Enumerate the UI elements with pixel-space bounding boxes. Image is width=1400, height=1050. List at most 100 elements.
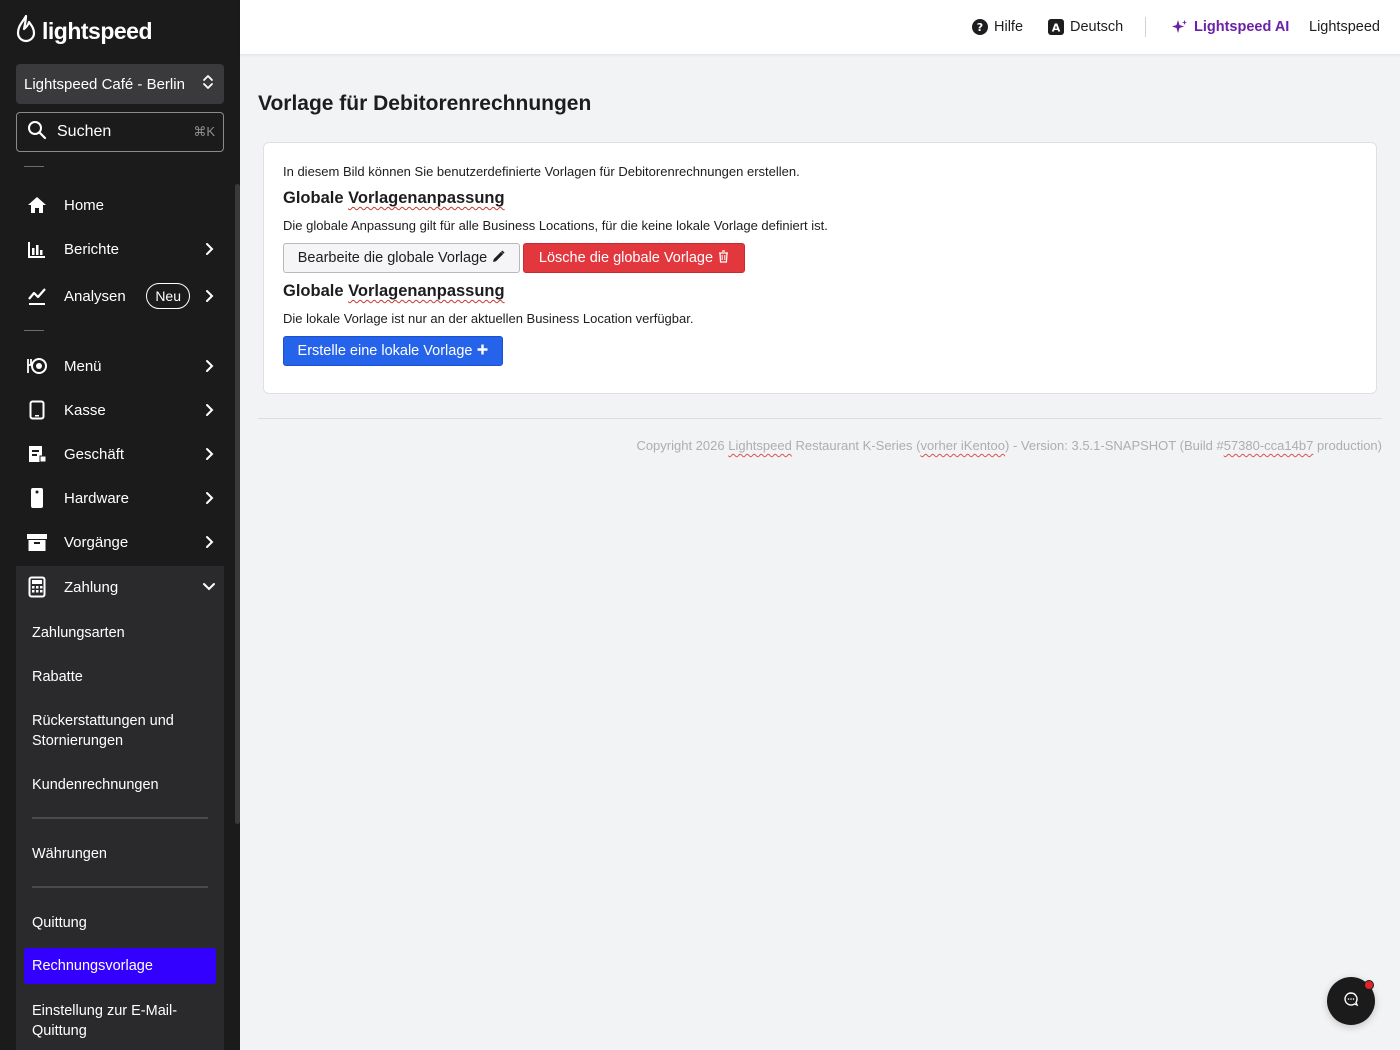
sidebar-item-geschaeft[interactable]: Geschäft <box>16 434 224 474</box>
location-selector[interactable]: Lightspeed Café - Berlin <box>16 64 224 104</box>
sidebar-item-label: Menü <box>64 357 102 375</box>
create-local-template-button[interactable]: Erstelle eine lokale Vorlage <box>283 336 503 366</box>
chevron-right-icon <box>200 286 220 306</box>
pencil-icon <box>492 249 505 267</box>
submenu-item-label: Rabatte <box>32 669 83 685</box>
footer-text: Lightspeed <box>728 438 792 453</box>
account-label: Lightspeed <box>1309 19 1380 35</box>
chevron-right-icon <box>200 400 220 420</box>
search-shortcut: ⌘K <box>193 124 215 139</box>
submenu-item-rueckerstattungen[interactable]: Rückerstattungen und Stornierungen <box>24 710 216 752</box>
help-link[interactable]: ? Hilfe <box>972 17 1023 37</box>
new-badge: Neu <box>146 283 190 309</box>
help-icon: ? <box>972 19 988 35</box>
sidebar-item-label: Geschäft <box>64 445 125 463</box>
submenu-item-email-quittung[interactable]: Einstellung zur E-Mail-Quittung <box>24 1000 216 1042</box>
logo-text: lightspeed <box>42 17 153 44</box>
heading-part: Globale <box>283 282 344 300</box>
search-input[interactable]: Suchen ⌘K <box>16 112 224 152</box>
sidebar-item-label: Berichte <box>64 240 120 258</box>
hardware-icon <box>26 487 48 509</box>
submenu-item-label: Rechnungsvorlage <box>32 958 153 974</box>
submenu-divider <box>32 886 208 888</box>
sidebar-item-berichte[interactable]: Berichte <box>16 229 224 269</box>
heading-part: Vorlagenanpassung <box>348 189 505 207</box>
lightspeed-ai-link[interactable]: Lightspeed AI <box>1172 17 1289 37</box>
chevron-right-icon <box>200 356 220 376</box>
sidebar-item-kasse[interactable]: Kasse <box>16 390 224 430</box>
account-menu[interactable]: Lightspeed <box>1309 17 1380 37</box>
payment-submenu: Zahlung Zahlungsarten Rabatte Rückerstat… <box>16 566 224 1050</box>
svg-text:A: A <box>1052 22 1061 35</box>
sidebar-item-label: Hardware <box>64 489 130 507</box>
sidebar-item-label: Vorgänge <box>64 533 129 551</box>
sidebar-item-hardware[interactable]: Hardware <box>16 478 224 518</box>
local-section-description: Die lokale Vorlage ist nur an der aktuel… <box>283 311 694 326</box>
footer-copyright: Copyright 2026 Lightspeed Restaurant K-S… <box>636 438 1382 453</box>
edit-global-template-button[interactable]: Bearbeite die globale Vorlage <box>283 243 520 273</box>
flame-icon <box>16 14 36 48</box>
calculator-icon <box>26 576 48 598</box>
local-section-heading: Globale Vorlagenanpassung <box>283 282 505 301</box>
template-card: In diesem Bild können Sie benutzerdefini… <box>263 142 1377 394</box>
language-label: Deutsch <box>1070 19 1124 35</box>
notification-dot <box>1364 980 1374 990</box>
sidebar-item-menu[interactable]: Menü <box>16 346 224 386</box>
updown-chevron-icon <box>202 73 214 95</box>
submenu-item-zahlungsarten[interactable]: Zahlungsarten <box>24 622 216 644</box>
heading-part: Globale <box>283 189 344 207</box>
submenu-item-label: Zahlungsarten <box>32 625 125 641</box>
search-label: Suchen <box>57 123 112 140</box>
sidebar-item-label: Home <box>64 196 105 214</box>
chat-support-button[interactable] <box>1327 977 1375 1025</box>
chevron-right-icon <box>200 444 220 464</box>
submenu-item-kundenrechnungen[interactable]: Kundenrechnungen <box>24 774 216 796</box>
delete-global-template-button[interactable]: Lösche die globale Vorlage <box>523 243 745 273</box>
help-label: Hilfe <box>994 19 1024 35</box>
footer-text: Restaurant K-Series ( <box>791 438 921 453</box>
button-label: Bearbeite die globale Vorlage <box>297 250 488 266</box>
language-selector[interactable]: A Deutsch <box>1048 17 1123 37</box>
sidebar-item-vorgaenge[interactable]: Vorgänge <box>16 522 224 562</box>
plus-icon <box>477 343 488 359</box>
archive-icon <box>26 531 48 553</box>
submenu-item-label: Kundenrechnungen <box>32 777 159 793</box>
intro-text: In diesem Bild können Sie benutzerdefini… <box>283 164 800 179</box>
chevron-right-icon <box>200 239 220 259</box>
svg-text:?: ? <box>977 21 983 34</box>
sidebar-item-analysen[interactable]: Analysen Neu <box>16 276 224 316</box>
divider <box>24 330 44 331</box>
location-name: Lightspeed Café - Berlin <box>24 75 185 93</box>
footer-divider <box>258 418 1382 419</box>
brand-logo[interactable]: lightspeed <box>16 14 153 48</box>
submenu-item-waehrungen[interactable]: Währungen <box>24 843 216 865</box>
chat-icon <box>1343 991 1359 1012</box>
submenu-divider <box>32 817 208 819</box>
home-icon <box>26 194 48 216</box>
submenu-item-rechnungsvorlage[interactable]: Rechnungsvorlage <box>24 948 216 984</box>
sidebar-item-zahlung[interactable]: Zahlung <box>16 566 224 608</box>
language-icon: A <box>1048 19 1064 35</box>
sidebar-scrollbar[interactable] <box>235 184 240 824</box>
submenu-item-label: Einstellung zur E-Mail-Quittung <box>32 1003 178 1039</box>
topbar: ? Hilfe A Deutsch Lightspeed AI Lightspe… <box>240 0 1400 54</box>
submenu-item-label: Quittung <box>32 915 87 931</box>
footer-text: ) - Version: 3.5.1-SNAPSHOT (Build # <box>1005 438 1224 453</box>
search-icon <box>27 120 47 145</box>
submenu-item-quittung[interactable]: Quittung <box>24 912 216 934</box>
submenu-item-rabatte[interactable]: Rabatte <box>24 666 216 688</box>
sidebar-item-label: Kasse <box>64 401 106 419</box>
sparkle-icon <box>1172 19 1188 35</box>
sidebar: lightspeed Lightspeed Café - Berlin Such… <box>0 0 240 1050</box>
button-label: Lösche die globale Vorlage <box>538 250 714 266</box>
menu-dish-icon <box>26 355 48 377</box>
chevron-down-icon <box>202 582 216 592</box>
heading-part: Vorlagenanpassung <box>348 282 505 300</box>
sidebar-item-home[interactable]: Home <box>16 185 224 225</box>
chevron-right-icon <box>200 488 220 508</box>
page-title: Vorlage für Debitorenrechnungen <box>258 92 592 115</box>
chevron-right-icon <box>200 532 220 552</box>
bar-chart-icon <box>26 238 48 260</box>
global-section-heading: Globale Vorlagenanpassung <box>283 189 505 208</box>
global-section-description: Die globale Anpassung gilt für alle Busi… <box>283 218 828 233</box>
